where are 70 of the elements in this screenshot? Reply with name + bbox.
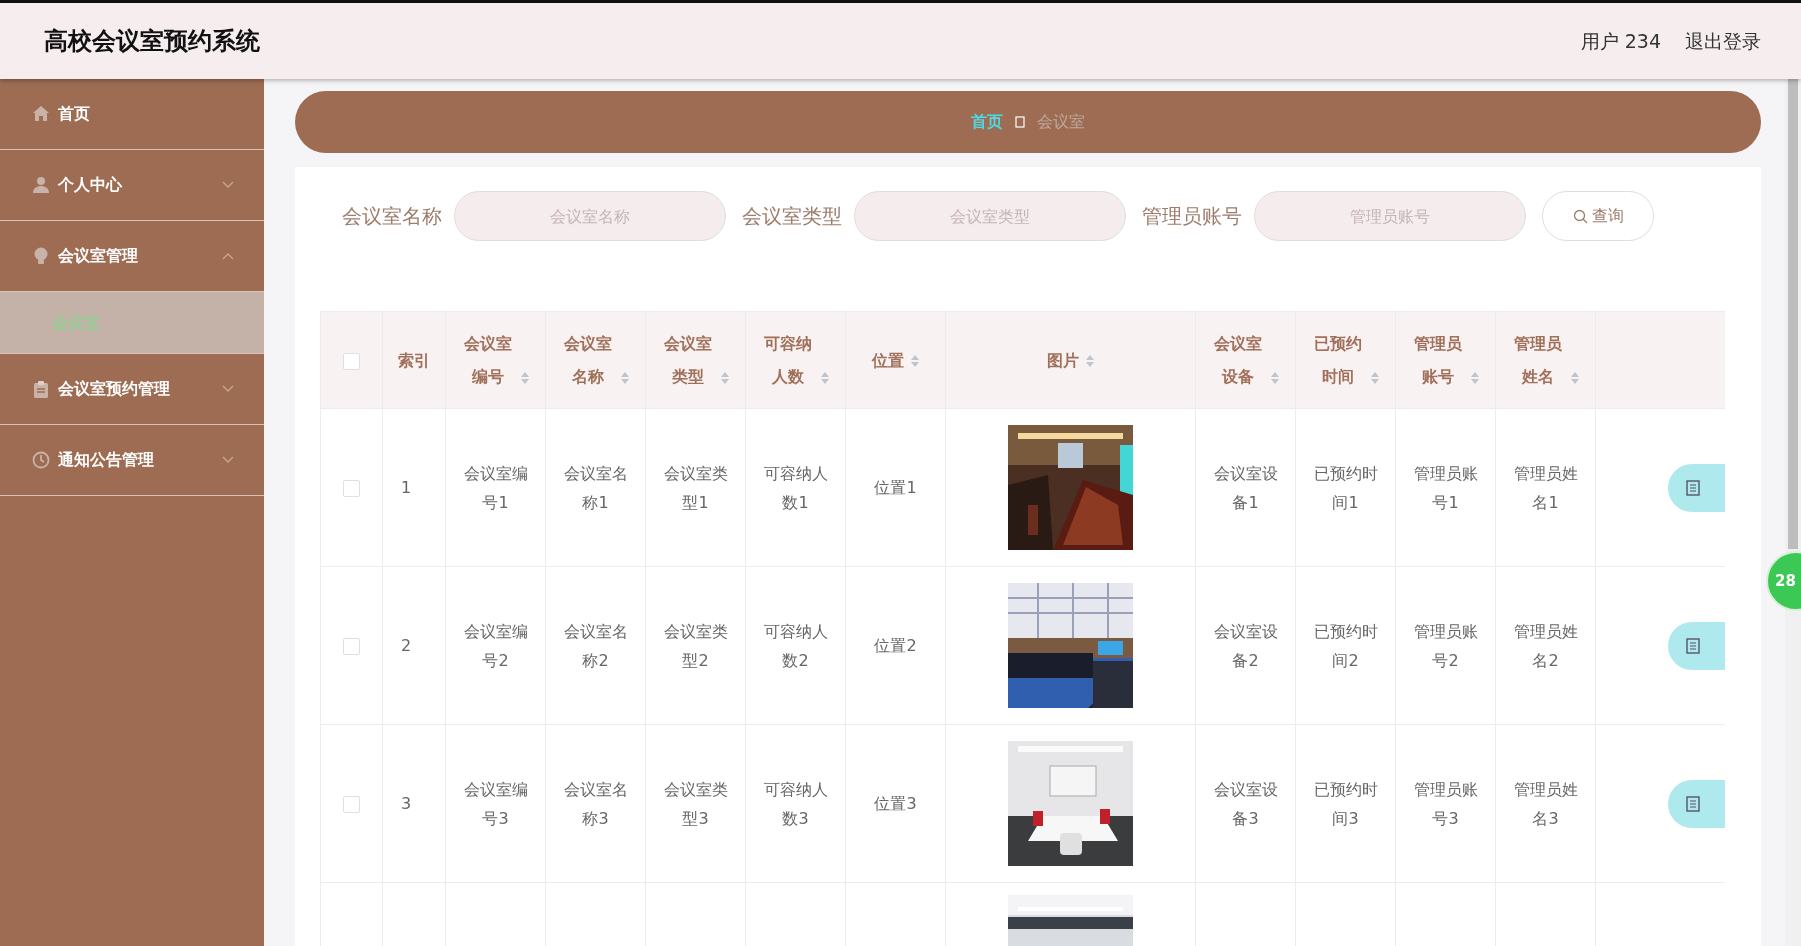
chevron-down-icon bbox=[222, 385, 234, 393]
separator-icon bbox=[1015, 116, 1025, 128]
table-cell: 位置3 bbox=[845, 724, 946, 883]
table-cell: 会议室类型1 bbox=[645, 408, 746, 567]
floating-badge[interactable]: 28 bbox=[1766, 551, 1801, 611]
person-icon bbox=[32, 176, 50, 194]
details-button[interactable] bbox=[1668, 621, 1725, 670]
search-field[interactable]: 会议室类型 bbox=[854, 191, 1126, 241]
table-cell: 会议室编号2 bbox=[445, 566, 546, 725]
document-icon bbox=[1686, 795, 1700, 812]
table-cell: 位置2 bbox=[845, 566, 946, 725]
table-cell: 已预约时间3 bbox=[1295, 724, 1396, 883]
table-cell: 可容纳人数1 bbox=[745, 408, 846, 567]
table-cell: 管理员账号3 bbox=[1395, 724, 1496, 883]
table-cell: 会议室编号1 bbox=[445, 408, 546, 567]
details-button[interactable] bbox=[1668, 463, 1725, 512]
table-cell: 会议室名称3 bbox=[545, 724, 646, 883]
checkbox[interactable] bbox=[343, 352, 360, 370]
search-field[interactable]: 管理员账号 bbox=[1254, 191, 1526, 241]
sidebar-item[interactable]: 会议室预约管理 bbox=[0, 354, 264, 425]
search-label: 会议室名称 bbox=[342, 203, 442, 230]
clipboard-icon bbox=[32, 380, 50, 398]
document-icon bbox=[1686, 479, 1700, 496]
search-field[interactable]: 会议室名称 bbox=[454, 191, 726, 241]
lightbulb-icon bbox=[32, 247, 50, 265]
table-cell: 会议室设备3 bbox=[1195, 724, 1296, 883]
chevron-down-icon bbox=[222, 181, 234, 189]
table-cell: 管理员账号2 bbox=[1395, 566, 1496, 725]
table-cell: 管理员账号1 bbox=[1395, 408, 1496, 567]
table-cell: 会议室类型2 bbox=[645, 566, 746, 725]
table-cell: 会议室设备1 bbox=[1195, 408, 1296, 567]
table-cell: 1 bbox=[382, 408, 446, 567]
document-icon bbox=[1686, 637, 1700, 654]
table-cell: 已预约时间2 bbox=[1295, 566, 1396, 725]
sidebar-item[interactable]: 通知公告管理 bbox=[0, 425, 264, 496]
table-cell: 会议室名称2 bbox=[545, 566, 646, 725]
clock-icon bbox=[32, 451, 50, 469]
table-cell: 会议室编号3 bbox=[445, 724, 546, 883]
column-header[interactable]: 图片 bbox=[1046, 343, 1079, 377]
checkbox[interactable] bbox=[343, 638, 360, 655]
details-button[interactable] bbox=[1668, 779, 1725, 828]
table-cell: 已预约时间1 bbox=[1295, 408, 1396, 567]
column-header[interactable]: 位置 bbox=[871, 343, 904, 377]
sidebar-item[interactable]: 首页 bbox=[0, 79, 264, 150]
table-cell: 2 bbox=[382, 566, 446, 725]
user-label: 用户 234 bbox=[1580, 28, 1661, 54]
table-cell: 管理员姓名3 bbox=[1495, 724, 1596, 883]
search-icon bbox=[1572, 208, 1588, 224]
chevron-down-icon bbox=[222, 456, 234, 464]
search-label: 管理员账号 bbox=[1142, 203, 1242, 230]
column-header: 索引 bbox=[398, 349, 430, 372]
table-cell: 管理员姓名2 bbox=[1495, 566, 1596, 725]
chevron-up-icon bbox=[222, 252, 234, 260]
table-cell: 会议室名称1 bbox=[545, 408, 646, 567]
search-label: 会议室类型 bbox=[742, 203, 842, 230]
checkbox[interactable] bbox=[343, 480, 360, 497]
home-icon bbox=[32, 105, 50, 123]
table-cell: 可容纳人数2 bbox=[745, 566, 846, 725]
table-cell: 管理员姓名1 bbox=[1495, 408, 1596, 567]
table-cell: 3 bbox=[382, 724, 446, 883]
table-cell: 会议室类型3 bbox=[645, 724, 746, 883]
table-cell: 可容纳人数3 bbox=[745, 724, 846, 883]
search-button[interactable]: 查询 bbox=[1542, 191, 1654, 241]
app-title: 高校会议室预约系统 bbox=[44, 26, 260, 57]
sidebar-item[interactable]: 个人中心 bbox=[0, 150, 264, 221]
breadcrumb-link[interactable]: 首页 bbox=[971, 110, 1003, 134]
logout-link[interactable]: 退出登录 bbox=[1685, 26, 1761, 56]
checkbox[interactable] bbox=[343, 796, 360, 813]
table-cell: 位置1 bbox=[845, 408, 946, 567]
table-cell: 会议室设备2 bbox=[1195, 566, 1296, 725]
